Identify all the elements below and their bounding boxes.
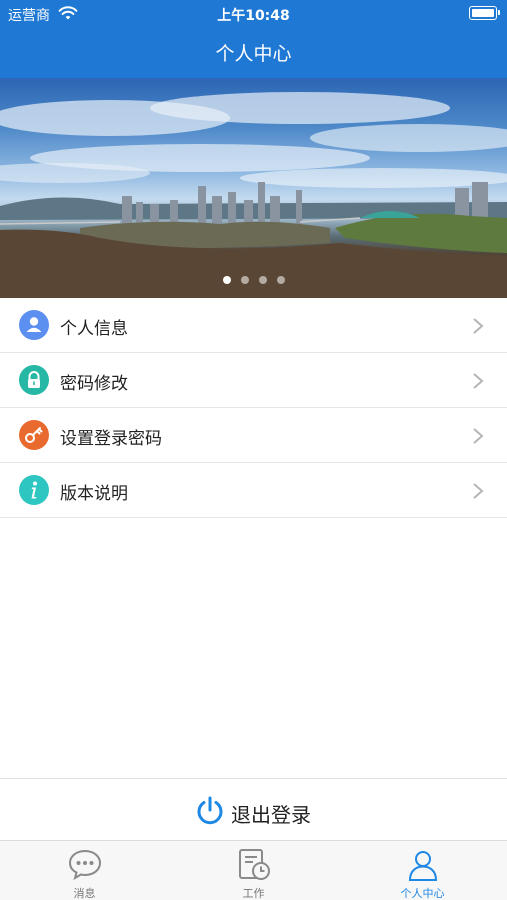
- key-icon: [19, 420, 49, 450]
- chevron-right-icon: [473, 318, 484, 334]
- chevron-right-icon: [473, 483, 484, 499]
- carousel-dots: [0, 276, 507, 284]
- menu-item-set-login-password[interactable]: 设置登录密码: [0, 408, 507, 463]
- city-skyline-image: [0, 92, 507, 298]
- status-time: 上午10:48: [217, 8, 290, 24]
- status-bar: 运营商 上午10:48: [0, 0, 507, 28]
- battery-icon: [469, 6, 500, 20]
- menu-item-label: 个人信息: [60, 319, 128, 339]
- chevron-right-icon: [473, 428, 484, 444]
- top-bar: 运营商 上午10:48 个人中心: [0, 0, 507, 78]
- message-icon: [68, 849, 102, 881]
- tab-label: 个人中心: [400, 887, 445, 900]
- chevron-right-icon: [473, 373, 484, 389]
- menu-item-version-info[interactable]: 版本说明: [0, 463, 507, 518]
- carousel-dot[interactable]: [258, 276, 267, 284]
- menu-item-label: 设置登录密码: [60, 429, 162, 449]
- logout-button[interactable]: 退出登录: [0, 778, 507, 840]
- carousel-dot[interactable]: [222, 276, 231, 284]
- lock-icon: [19, 365, 49, 395]
- menu-item-personal-info[interactable]: 个人信息: [0, 298, 507, 353]
- settings-menu: 个人信息 密码修改 设置登录密码 版本说明: [0, 298, 507, 518]
- page-title: 个人中心: [215, 43, 292, 65]
- tab-label: 工作: [242, 887, 265, 900]
- person-icon: [19, 310, 49, 340]
- tab-label: 消息: [73, 887, 96, 900]
- logout-label: 退出登录: [231, 803, 311, 827]
- carousel-dot[interactable]: [240, 276, 249, 284]
- menu-item-label: 密码修改: [60, 374, 128, 394]
- carousel-dot[interactable]: [276, 276, 285, 284]
- profile-icon: [408, 851, 438, 881]
- work-clock-icon: [239, 849, 270, 880]
- tab-work[interactable]: 工作: [169, 841, 338, 900]
- tab-profile[interactable]: 个人中心: [338, 841, 507, 900]
- banner-carousel[interactable]: [0, 78, 507, 298]
- menu-item-label: 版本说明: [60, 484, 128, 504]
- tab-bar: 消息 工作 个人中心: [0, 840, 507, 900]
- tab-messages[interactable]: 消息: [0, 841, 169, 900]
- menu-item-change-password[interactable]: 密码修改: [0, 353, 507, 408]
- power-icon: [197, 796, 223, 825]
- info-icon: [19, 475, 49, 505]
